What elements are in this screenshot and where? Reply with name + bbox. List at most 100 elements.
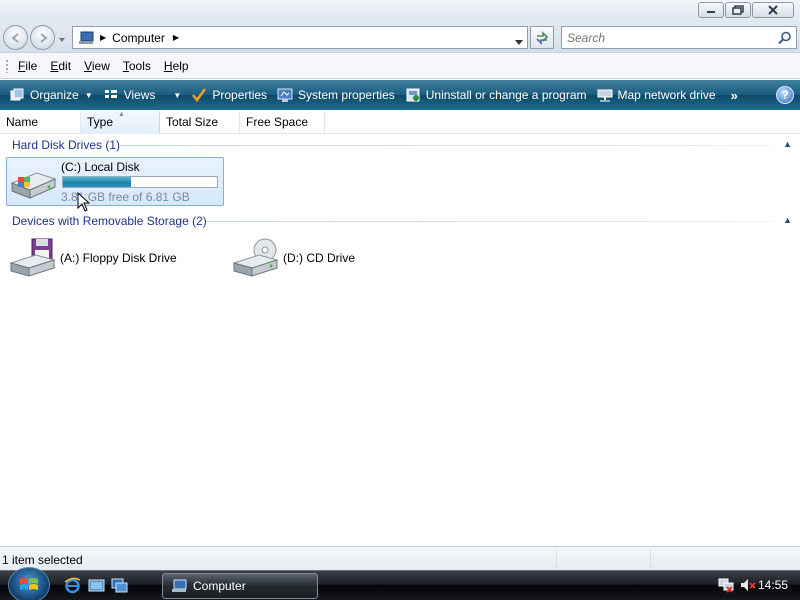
column-name[interactable]: Name	[0, 111, 81, 134]
computer-icon	[172, 579, 187, 592]
clock[interactable]: 14:55	[758, 578, 788, 592]
taskbar-computer-button[interactable]: Computer	[162, 573, 318, 599]
system-properties-label: System properties	[298, 88, 395, 102]
uninstall-program-button[interactable]: Uninstall or change a program	[400, 80, 592, 110]
drive-c[interactable]: (C:) Local Disk 3.81 GB free of 6.81 GB	[6, 157, 224, 206]
forward-button[interactable]	[30, 25, 55, 50]
mouse-cursor-icon	[77, 192, 91, 212]
hard-disk-drive-icon	[10, 172, 57, 199]
menu-view[interactable]: View	[84, 59, 110, 73]
system-properties-icon	[277, 87, 293, 103]
uninstall-icon	[405, 87, 421, 103]
sort-ascending-icon: ▲	[118, 111, 125, 118]
column-headers: Name Type ▲ Total Size Free Space	[0, 111, 800, 134]
computer-icon	[79, 31, 94, 44]
properties-button[interactable]: Properties	[186, 80, 272, 110]
menu-grip	[5, 59, 9, 73]
recent-pages-dropdown[interactable]	[58, 33, 66, 42]
menu-edit[interactable]: Edit	[50, 59, 71, 73]
status-bar: 1 item selected	[0, 546, 800, 570]
status-text: 1 item selected	[2, 553, 83, 567]
chevron-down-icon: ▼	[84, 90, 93, 100]
taskbar-computer-label: Computer	[193, 579, 246, 593]
back-arrow-icon	[10, 32, 19, 43]
organize-label: Organize	[30, 88, 79, 102]
menu-bar: File Edit View Tools Help	[0, 52, 800, 79]
chevron-down-icon: ▼	[173, 90, 182, 100]
column-name-label: Name	[6, 115, 39, 129]
checkmark-icon	[191, 87, 207, 103]
network-status-icon[interactable]	[718, 577, 734, 593]
map-network-drive-button[interactable]: Map network drive	[592, 80, 721, 110]
command-bar: Organize ▼ Views ▼ Properties System pro…	[0, 80, 800, 110]
drive-c-capacity-fill	[63, 177, 131, 187]
column-type-label: Type	[87, 115, 114, 129]
taskbar: Computer 14:55	[0, 567, 800, 600]
help-icon: ?	[781, 88, 789, 102]
close-icon	[768, 5, 778, 15]
group-header-hard-disk[interactable]: Hard Disk Drives (1)	[12, 138, 120, 152]
start-button[interactable]	[8, 567, 50, 600]
status-divider	[556, 550, 557, 568]
drive-d[interactable]: (D:) CD Drive	[229, 234, 429, 282]
menu-file[interactable]: File	[18, 59, 37, 73]
search-icon[interactable]	[778, 31, 792, 48]
breadcrumb-computer[interactable]: Computer	[112, 31, 165, 45]
minimize-button[interactable]	[698, 2, 724, 18]
address-bar[interactable]: ▶ Computer ▶	[72, 26, 528, 49]
organize-button[interactable]: Organize ▼	[4, 80, 98, 110]
show-desktop-icon[interactable]	[88, 577, 105, 594]
file-list[interactable]: Hard Disk Drives (1) ▲ (C:) Local Disk 3…	[0, 134, 800, 546]
floppy-drive-icon	[9, 238, 56, 277]
search-box	[561, 26, 797, 49]
maximize-button[interactable]	[725, 2, 751, 18]
minimize-icon	[707, 11, 715, 13]
forward-arrow-icon	[39, 32, 48, 43]
menu-tools[interactable]: Tools	[123, 59, 151, 73]
organize-icon	[9, 87, 25, 103]
collapse-arrow-icon[interactable]: ▲	[783, 215, 792, 225]
drive-a[interactable]: (A:) Floppy Disk Drive	[6, 234, 206, 282]
switch-windows-icon[interactable]	[111, 577, 128, 594]
back-button[interactable]	[3, 25, 28, 50]
help-button[interactable]: ?	[776, 86, 794, 104]
properties-label: Properties	[212, 88, 268, 102]
group-divider	[120, 145, 770, 146]
refresh-button[interactable]	[530, 26, 554, 49]
breadcrumb-separator-icon[interactable]: ▶	[100, 33, 106, 42]
drive-c-label: (C:) Local Disk	[61, 160, 140, 174]
drive-c-capacity-bar	[62, 176, 218, 188]
system-tray	[718, 577, 756, 593]
close-button[interactable]	[752, 2, 794, 18]
restore-icon	[732, 5, 744, 15]
views-icon	[103, 87, 119, 103]
column-free-space-label: Free Space	[246, 115, 309, 129]
column-total-size[interactable]: Total Size	[160, 111, 240, 134]
refresh-icon	[536, 30, 549, 45]
window-controls	[698, 2, 794, 18]
group-divider	[206, 221, 772, 222]
uninstall-label: Uninstall or change a program	[425, 88, 587, 102]
more-commands-button[interactable]: »	[725, 88, 744, 103]
column-total-size-label: Total Size	[166, 115, 219, 129]
cd-drive-icon	[232, 238, 279, 277]
title-bar	[0, 0, 800, 22]
address-dropdown-icon[interactable]	[515, 35, 523, 49]
breadcrumb-separator-icon[interactable]: ▶	[173, 33, 179, 42]
group-header-removable[interactable]: Devices with Removable Storage (2)	[12, 214, 207, 228]
drive-d-label: (D:) CD Drive	[283, 251, 355, 265]
views-button[interactable]: Views ▼	[98, 80, 187, 110]
address-row: ▶ Computer ▶	[0, 22, 800, 52]
search-input[interactable]	[562, 27, 767, 48]
collapse-arrow-icon[interactable]: ▲	[783, 139, 792, 149]
column-free-space[interactable]: Free Space	[240, 111, 325, 134]
volume-muted-icon[interactable]	[740, 577, 756, 593]
internet-explorer-icon[interactable]	[64, 577, 81, 594]
chevron-down-icon	[59, 38, 65, 42]
system-properties-button[interactable]: System properties	[272, 80, 400, 110]
menu-help[interactable]: Help	[164, 59, 189, 73]
map-network-drive-label: Map network drive	[617, 88, 716, 102]
drive-a-label: (A:) Floppy Disk Drive	[60, 251, 177, 265]
views-label: Views	[123, 88, 156, 102]
network-drive-icon	[597, 87, 613, 103]
